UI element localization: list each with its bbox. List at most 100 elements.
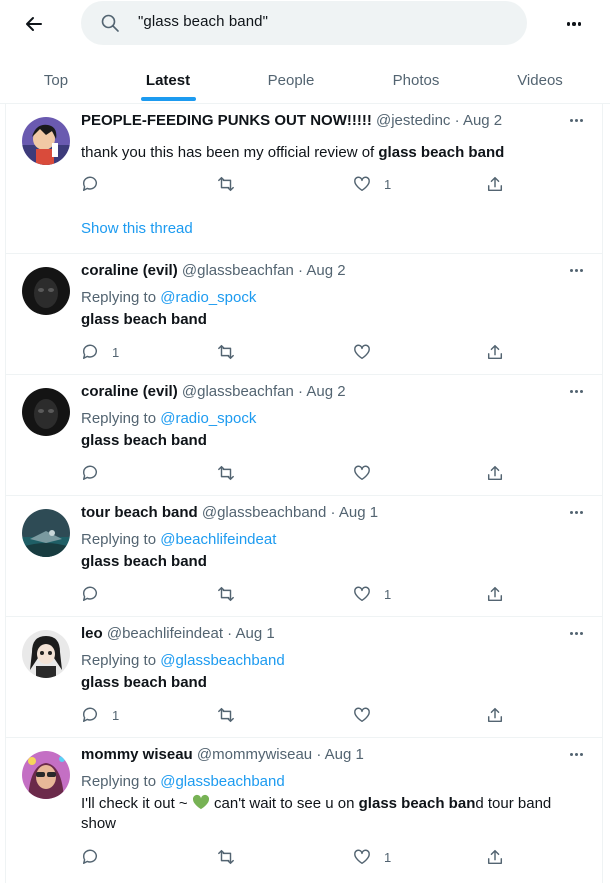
retweet-button[interactable] [217,584,235,604]
display-name[interactable]: mommy wiseau [81,746,193,763]
tweet[interactable]: coraline (evil) @glassbeachfan · Aug 2 R… [5,375,603,496]
tweet-more-icon[interactable] [566,502,586,522]
share-icon [487,465,503,481]
tweet[interactable]: tour beach band @glassbeachband · Aug 1 … [5,496,603,617]
avatar[interactable] [22,117,70,165]
timestamp[interactable]: · Aug 2 [298,262,346,279]
timestamp[interactable]: · Aug 1 [316,746,364,763]
like-button[interactable] [353,463,371,483]
handle[interactable]: @beachlifeindeat [107,625,223,642]
tweet-text: glass beach band [81,311,207,328]
tab-people[interactable]: People [256,56,326,104]
tweet-header: coraline (evil) @glassbeachfan · Aug 2 [81,382,346,402]
reply-button[interactable] [81,584,99,604]
reply-button[interactable]: 1 [81,705,119,725]
replying-to: Replying to @beachlifeindeat [81,531,277,548]
reply-icon [82,176,97,192]
display-name[interactable]: leo [81,625,103,642]
like-button[interactable]: 1 [353,847,391,867]
display-name[interactable]: PEOPLE-FEEDING PUNKS OUT NOW!!!!! [81,112,372,129]
avatar[interactable] [22,751,70,799]
reply-icon [82,707,97,723]
tweet-header: PEOPLE-FEEDING PUNKS OUT NOW!!!!! @jeste… [81,111,502,131]
timestamp[interactable]: · Aug 2 [298,383,346,400]
tab-top[interactable]: Top [26,56,86,104]
heart-icon [354,707,370,723]
tab-photos[interactable]: Photos [380,56,452,104]
display-name[interactable]: tour beach band [81,504,198,521]
reply-icon [82,586,97,602]
display-name[interactable]: coraline (evil) [81,262,178,279]
more-options-icon[interactable] [560,10,588,38]
timestamp[interactable]: · Aug 1 [227,625,275,642]
retweet-button[interactable] [217,705,235,725]
replying-to: Replying to @radio_spock [81,410,257,427]
reply-button[interactable] [81,174,99,194]
search-input[interactable]: "glass beach band" [81,1,527,45]
reply-button[interactable] [81,847,99,867]
reply-count: 1 [112,707,120,723]
retweet-button[interactable] [217,463,235,483]
tweet-header: coraline (evil) @glassbeachfan · Aug 2 [81,261,346,281]
share-button[interactable] [486,847,504,867]
tweet[interactable]: mommy wiseau @mommywiseau · Aug 1 Replyi… [5,738,603,883]
tweet-more-icon[interactable] [566,260,586,280]
handle[interactable]: @jestedinc [376,112,450,129]
tab-videos[interactable]: Videos [504,56,576,104]
display-name[interactable]: coraline (evil) [81,383,178,400]
tweet-text: glass beach band [81,432,207,449]
reply-button[interactable]: 1 [81,342,119,362]
like-button[interactable] [353,705,371,725]
like-button[interactable] [353,342,371,362]
like-count: 1 [384,849,392,865]
heart-icon [354,586,370,602]
tweet[interactable]: PEOPLE-FEEDING PUNKS OUT NOW!!!!! @jeste… [5,104,603,254]
share-button[interactable] [486,174,504,194]
avatar[interactable] [22,509,70,557]
handle[interactable]: @glassbeachfan [182,383,294,400]
handle[interactable]: @glassbeachfan [182,262,294,279]
mention-link[interactable]: @beachlifeindeat [160,531,276,548]
share-button[interactable] [486,705,504,725]
retweet-button[interactable] [217,174,235,194]
reply-icon [82,465,97,481]
mention-link[interactable]: @radio_spock [160,289,256,306]
avatar[interactable] [22,267,70,315]
avatar[interactable] [22,630,70,678]
tweet[interactable]: leo @beachlifeindeat · Aug 1 Replying to… [5,617,603,738]
tweet[interactable]: coraline (evil) @glassbeachfan · Aug 2 R… [5,254,603,375]
timestamp[interactable]: · Aug 1 [331,504,379,521]
retweet-icon [218,849,234,865]
avatar[interactable] [22,388,70,436]
mention-link[interactable]: @glassbeachband [160,652,284,669]
heart-icon [354,344,370,360]
show-thread-link[interactable]: Show this thread [81,220,193,237]
reply-count: 1 [112,344,120,360]
retweet-button[interactable] [217,847,235,867]
search-tabs: Top Latest People Photos Videos [0,56,610,104]
tweet-more-icon[interactable] [566,744,586,764]
like-button[interactable]: 1 [353,174,391,194]
back-arrow-icon[interactable] [20,10,48,38]
share-icon [487,176,503,192]
reply-button[interactable] [81,463,99,483]
mention-link[interactable]: @glassbeachband [160,773,284,790]
like-button[interactable]: 1 [353,584,391,604]
tweet-actions: 1 [81,174,521,194]
tweet-actions: 1 [81,847,521,867]
like-count: 1 [384,176,392,192]
mention-link[interactable]: @radio_spock [160,410,256,427]
tweet-text: thank you this has been my official revi… [81,144,505,161]
replying-to: Replying to @radio_spock [81,289,257,306]
tweet-more-icon[interactable] [566,381,586,401]
tweet-more-icon[interactable] [566,110,586,130]
tweet-text: glass beach band [81,674,207,691]
timestamp[interactable]: · Aug 2 [455,112,503,129]
handle[interactable]: @mommywiseau [197,746,312,763]
handle[interactable]: @glassbeachband [202,504,326,521]
share-button[interactable] [486,463,504,483]
share-button[interactable] [486,584,504,604]
tweet-more-icon[interactable] [566,623,586,643]
retweet-button[interactable] [217,342,235,362]
share-button[interactable] [486,342,504,362]
